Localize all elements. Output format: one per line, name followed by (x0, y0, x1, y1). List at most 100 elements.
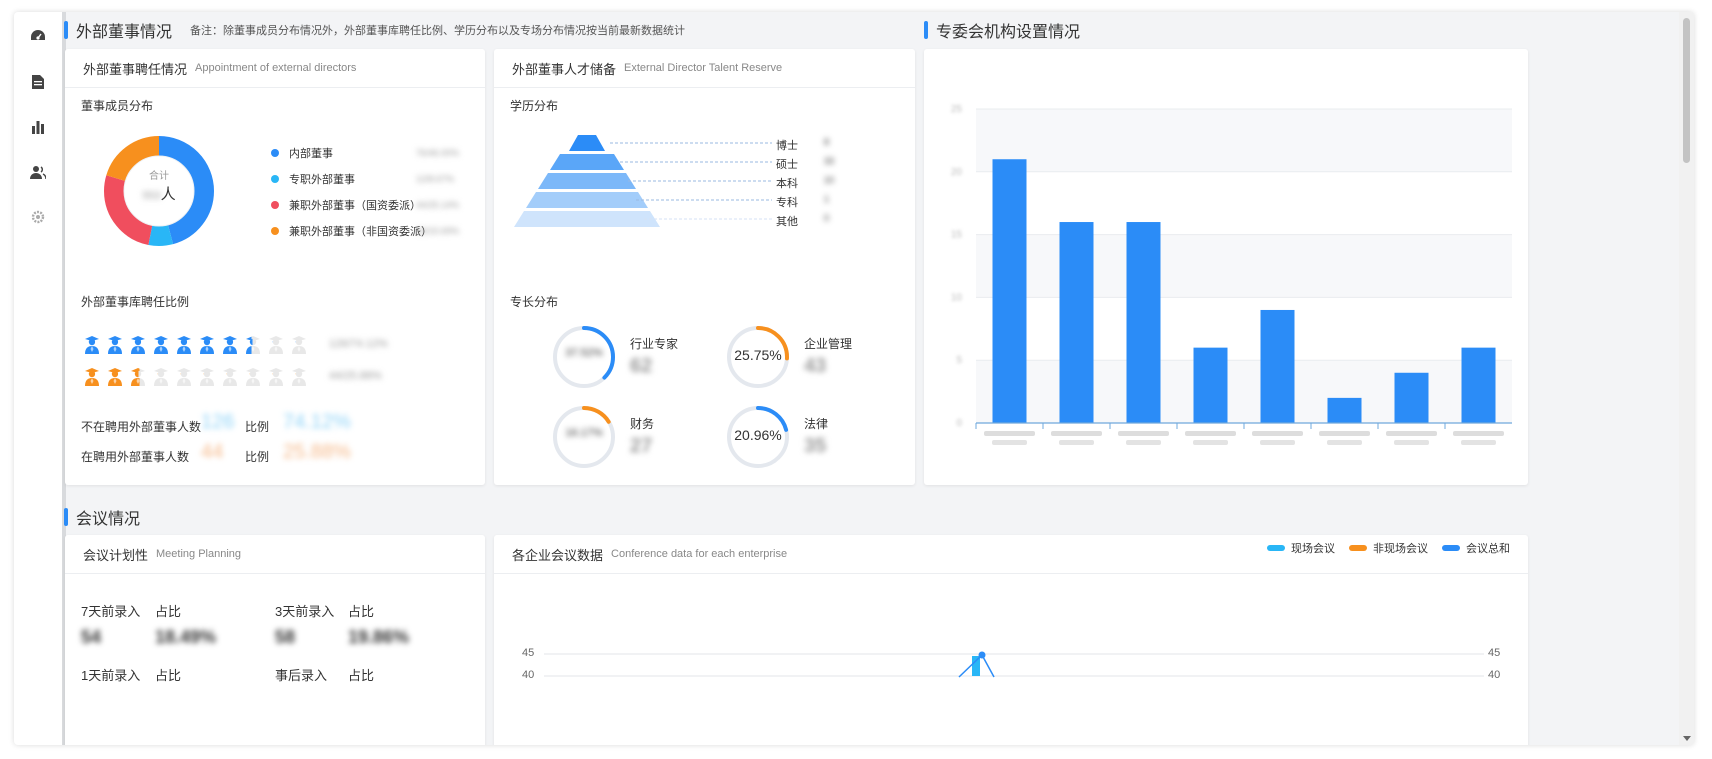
legend-label: 专职外部董事 (289, 174, 355, 186)
card-title-en: Meeting Planning (156, 548, 242, 560)
people-row-unemployed (83, 334, 323, 356)
meeting-total-point (978, 651, 986, 659)
bar (992, 159, 1027, 423)
y-tick-label: 25 (951, 104, 963, 115)
y-tick-label: 10 (951, 292, 963, 303)
stat-num: 126 (201, 411, 235, 433)
planning-label: 3天前录入 (275, 604, 335, 619)
planning-pct: 19.86% (348, 627, 410, 647)
x-label-placeholder (1185, 431, 1236, 436)
stat-num: 44 (201, 441, 224, 463)
enterprise-meeting-card: 各企业会议数据 Conference data for each enterpr… (494, 535, 1528, 745)
bar (1461, 347, 1496, 423)
edu-label-master: 硕士 (776, 159, 798, 171)
bar (1059, 222, 1094, 423)
edu-label-phd: 博士 (776, 140, 798, 152)
person-icon (85, 336, 99, 354)
section-title-committee: 专委会机构设置情况 (924, 18, 1080, 42)
x-label-placeholder (984, 431, 1035, 436)
donut-center-value: 553 (142, 190, 161, 202)
member-dist-label: 董事成员分布 (81, 99, 154, 113)
people-row-value: 126/74.12% (329, 338, 388, 350)
section-title-text: 会议情况 (76, 511, 141, 528)
planning-card: 会议计划性 Meeting Planning 7天前录入 占比 54 18.49… (65, 535, 485, 745)
gear-icon[interactable] (26, 205, 50, 229)
people-row-value: 44/25.88% (329, 370, 382, 382)
scroll-down-icon[interactable] (1683, 736, 1691, 741)
x-label-placeholder (1394, 440, 1429, 445)
ratio-label: 外部董事库聘任比例 (81, 295, 190, 309)
person-icon (177, 368, 191, 386)
stat-label: 不在聘用外部董事人数 (81, 420, 202, 434)
x-label-placeholder (1453, 431, 1504, 436)
dashboard-icon[interactable] (26, 24, 50, 48)
person-icon (223, 336, 237, 354)
person-icon (131, 336, 145, 354)
legend-dot (271, 201, 279, 209)
planning-pct: 18.49% (155, 627, 217, 647)
bar-chart-icon[interactable] (26, 115, 50, 139)
person-icon (292, 336, 306, 354)
specialty-value: 27 (630, 435, 653, 457)
edu-label-college: 专科 (776, 197, 798, 209)
stat-pct: 74.12% (283, 411, 351, 433)
bar (1126, 222, 1161, 423)
specialty-name: 行业专家 (630, 337, 679, 351)
edu-label: 学历分布 (510, 99, 559, 113)
legend-label: 兼职外部董事（国资委派） (289, 200, 421, 212)
legend-dot (271, 227, 279, 235)
person-icon (269, 336, 283, 354)
talent-card: 外部董事人才储备 External Director Talent Reserv… (494, 49, 915, 485)
stat-label: 在聘用外部董事人数 (81, 450, 190, 464)
legend-item: 内部董事 76/46.00% (271, 145, 459, 161)
edu-value: 33 (824, 156, 835, 166)
x-label-placeholder (1252, 431, 1303, 436)
specialty-pct: 16.17% (565, 427, 603, 439)
person-icon (200, 336, 214, 354)
users-icon[interactable] (26, 160, 50, 184)
y-tick-right: 45 (1488, 647, 1501, 659)
specialty-name: 法律 (804, 417, 829, 431)
person-icon (223, 368, 237, 386)
grid-band (976, 109, 1512, 172)
x-label-placeholder (1118, 431, 1169, 436)
specialty-pct: 37.52% (565, 347, 603, 359)
person-icon (177, 336, 191, 354)
card-title: 会议计划性 (83, 547, 149, 563)
card-header: 外部董事人才储备 External Director Talent Reserv… (494, 49, 915, 88)
specialty-name: 企业管理 (804, 337, 853, 351)
legend-value: 34/15.69% (416, 226, 460, 236)
specialty-name: 财务 (630, 417, 655, 431)
person-icon (154, 336, 168, 354)
pyramid-layer-5 (514, 211, 660, 227)
scrollbar-track[interactable] (1679, 12, 1694, 745)
stat-ratio-label: 比例 (245, 450, 270, 464)
people-row-employed (83, 366, 323, 388)
x-label-placeholder (1059, 440, 1094, 445)
y-tick-label: 0 (956, 418, 962, 429)
legend-value: 12/8.67% (416, 174, 455, 184)
committee-bar-chart: 0 5 10 15 20 25 (951, 104, 1512, 445)
donut-center-label: 合计 (149, 171, 169, 182)
legend-label: 兼职外部董事（非国资委派） (289, 226, 432, 238)
edu-label-other: 其他 (776, 216, 798, 228)
person-icon (131, 368, 145, 386)
card-header: 会议计划性 Meeting Planning (65, 535, 485, 574)
scrollbar-thumb[interactable] (1683, 18, 1690, 163)
person-icon (292, 368, 306, 386)
specialty-pct: 25.75% (734, 347, 782, 363)
planning-ratio-label: 占比 (348, 668, 375, 683)
card-title-en: Appointment of external directors (195, 62, 357, 74)
edu-label-bachelor: 本科 (776, 178, 798, 190)
y-tick-right: 40 (1488, 669, 1501, 681)
section-title-text: 专委会机构设置情况 (936, 24, 1081, 41)
stat-pct: 25.88% (283, 441, 351, 463)
section-title-meetings: 会议情况 (64, 505, 140, 529)
document-icon[interactable] (26, 70, 50, 94)
specialty-value: 43 (804, 355, 827, 377)
x-label-placeholder (1319, 431, 1370, 436)
donut-center-unit: 人 (160, 186, 176, 203)
bar (1327, 397, 1362, 423)
x-label-placeholder (1461, 440, 1496, 445)
pyramid-layer-1 (569, 135, 605, 151)
